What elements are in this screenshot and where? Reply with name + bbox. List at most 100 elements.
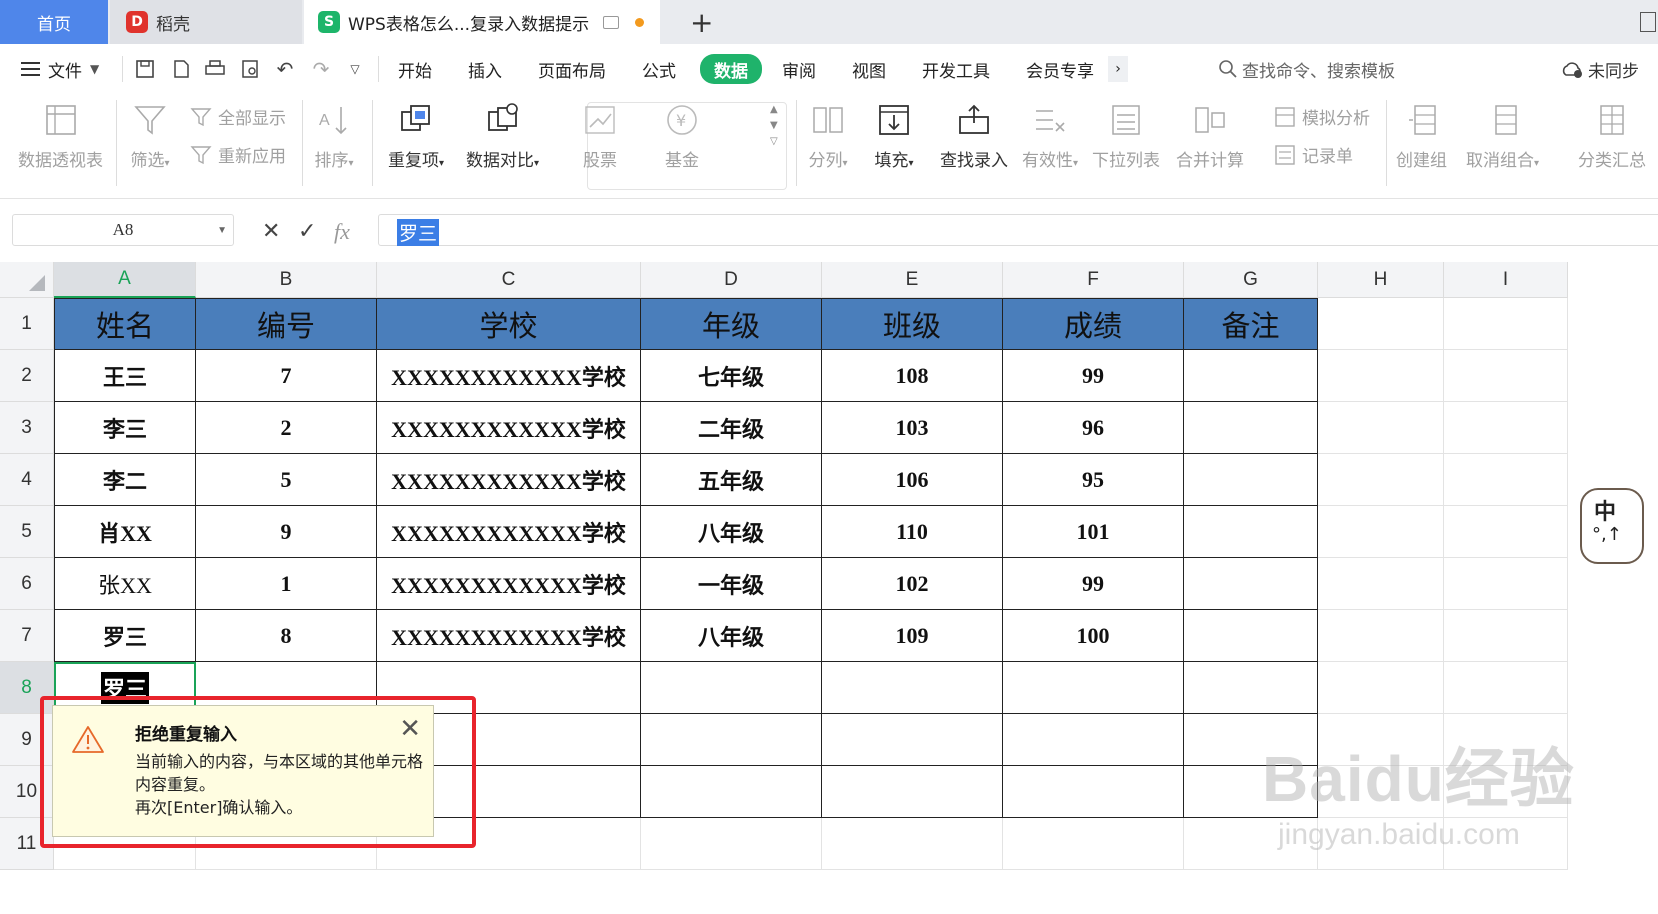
column-header-i[interactable]: I (1444, 262, 1568, 298)
sync-status[interactable]: 未同步 (1560, 44, 1639, 94)
filter-button[interactable]: 筛选▾ (130, 100, 170, 171)
cell-d8[interactable] (641, 662, 822, 714)
print-preview-icon[interactable] (238, 56, 264, 82)
cell-g4[interactable] (1184, 454, 1318, 506)
cell-i8[interactable] (1444, 662, 1568, 714)
cell-f9[interactable] (1003, 714, 1184, 766)
cell-d1[interactable]: 年级 (641, 298, 822, 350)
cell-e5[interactable]: 110 (822, 506, 1003, 558)
cell-b6[interactable]: 1 (196, 558, 377, 610)
duplicates-button[interactable]: 重复项▾ (388, 100, 444, 171)
formula-input[interactable]: 罗三 (378, 214, 1658, 246)
cell-g8[interactable] (1184, 662, 1318, 714)
cell-e2[interactable]: 108 (822, 350, 1003, 402)
cell-c1[interactable]: 学校 (377, 298, 641, 350)
cell-a1[interactable]: 姓名 (54, 298, 196, 350)
menu-member[interactable]: 会员专享 (1026, 44, 1094, 94)
create-group-button[interactable]: 创建组 (1396, 100, 1447, 171)
validity-button[interactable]: 有效性▾ (1022, 100, 1078, 171)
confirm-check-icon[interactable]: ✓ (298, 219, 316, 244)
show-all-button[interactable]: 全部显示 (190, 104, 286, 129)
cell-d9[interactable] (641, 714, 822, 766)
quick-access-more-icon[interactable]: ▽ (342, 56, 368, 82)
export-pdf-icon[interactable] (168, 56, 194, 82)
row-header-7[interactable]: 7 (0, 610, 54, 662)
cell-d2[interactable]: 七年级 (641, 350, 822, 402)
tab-home[interactable]: 首页 (0, 0, 108, 44)
row-header-3[interactable]: 3 (0, 402, 54, 454)
column-header-a[interactable]: A (54, 262, 196, 298)
cell-e8[interactable] (822, 662, 1003, 714)
cell-f4[interactable]: 95 (1003, 454, 1184, 506)
cell-f5[interactable]: 101 (1003, 506, 1184, 558)
cell-e3[interactable]: 103 (822, 402, 1003, 454)
cell-e7[interactable]: 109 (822, 610, 1003, 662)
cell-f1[interactable]: 成绩 (1003, 298, 1184, 350)
dropdown-list-button[interactable]: 下拉列表 (1092, 100, 1160, 171)
cell-b1[interactable]: 编号 (196, 298, 377, 350)
consolidate-button[interactable]: 合并计算 (1176, 100, 1244, 171)
cell-a3[interactable]: 李三 (54, 402, 196, 454)
column-header-c[interactable]: C (377, 262, 641, 298)
menu-more-icon[interactable]: › (1108, 56, 1128, 82)
menu-formula[interactable]: 公式 (642, 44, 676, 94)
cell-h7[interactable] (1318, 610, 1444, 662)
cell-e10[interactable] (822, 766, 1003, 818)
cell-h3[interactable] (1318, 402, 1444, 454)
cell-d6[interactable]: 一年级 (641, 558, 822, 610)
cell-g6[interactable] (1184, 558, 1318, 610)
subtotal-button[interactable]: 分类汇总 (1578, 100, 1646, 171)
cell-e11[interactable] (822, 818, 1003, 870)
cell-d7[interactable]: 八年级 (641, 610, 822, 662)
menu-view[interactable]: 视图 (852, 44, 886, 94)
stock-button[interactable]: 股票 (580, 100, 620, 171)
cell-e6[interactable]: 102 (822, 558, 1003, 610)
undo-icon[interactable]: ↶ (272, 56, 298, 82)
cell-b3[interactable]: 2 (196, 402, 377, 454)
row-header-4[interactable]: 4 (0, 454, 54, 506)
column-header-e[interactable]: E (822, 262, 1003, 298)
fill-button[interactable]: 填充▾ (874, 100, 914, 171)
cell-c3[interactable]: XXXXXXXXXXXX学校 (377, 402, 641, 454)
cell-f6[interactable]: 99 (1003, 558, 1184, 610)
cell-i7[interactable] (1444, 610, 1568, 662)
cell-g2[interactable] (1184, 350, 1318, 402)
cell-g1[interactable]: 备注 (1184, 298, 1318, 350)
ime-indicator[interactable]: 中 °,↑ (1580, 488, 1644, 564)
cell-d5[interactable]: 八年级 (641, 506, 822, 558)
cell-f7[interactable]: 100 (1003, 610, 1184, 662)
cell-c4[interactable]: XXXXXXXXXXXX学校 (377, 454, 641, 506)
cell-f3[interactable]: 96 (1003, 402, 1184, 454)
menu-review[interactable]: 审阅 (782, 44, 816, 94)
column-header-f[interactable]: F (1003, 262, 1184, 298)
cell-f11[interactable] (1003, 818, 1184, 870)
chevron-down-icon[interactable]: ▼ (217, 225, 227, 236)
column-header-b[interactable]: B (196, 262, 377, 298)
sort-button[interactable]: A 排序▾ (314, 100, 354, 171)
menu-insert[interactable]: 插入 (468, 44, 502, 94)
monitor-icon[interactable] (603, 15, 620, 29)
cell-i5[interactable] (1444, 506, 1568, 558)
cell-d3[interactable]: 二年级 (641, 402, 822, 454)
split-column-button[interactable]: 分列▾ (808, 100, 848, 171)
tab-document[interactable]: S WPS表格怎么...复录入数据提示 (304, 0, 660, 44)
cell-h2[interactable] (1318, 350, 1444, 402)
tab-daoke[interactable]: D 稻壳 (110, 0, 302, 44)
cell-a4[interactable]: 李二 (54, 454, 196, 506)
window-restore-icon[interactable] (1640, 12, 1656, 32)
what-if-analysis-button[interactable]: 模拟分析 (1274, 104, 1370, 129)
cell-i2[interactable] (1444, 350, 1568, 402)
cell-a6[interactable]: 张XX (54, 558, 196, 610)
column-header-h[interactable]: H (1318, 262, 1444, 298)
cell-e4[interactable]: 106 (822, 454, 1003, 506)
record-form-button[interactable]: 记录单 (1274, 142, 1353, 167)
select-all-corner[interactable] (0, 262, 54, 298)
data-compare-button[interactable]: 数据对比▾ (466, 100, 539, 171)
search-box[interactable]: 查找命令、搜索模板 (1218, 44, 1395, 94)
cancel-x-icon[interactable]: ✕ (262, 219, 280, 244)
row-header-2[interactable]: 2 (0, 350, 54, 402)
cell-b7[interactable]: 8 (196, 610, 377, 662)
cell-b4[interactable]: 5 (196, 454, 377, 506)
row-header-6[interactable]: 6 (0, 558, 54, 610)
lookup-entry-button[interactable]: 查找录入 (940, 100, 1008, 171)
